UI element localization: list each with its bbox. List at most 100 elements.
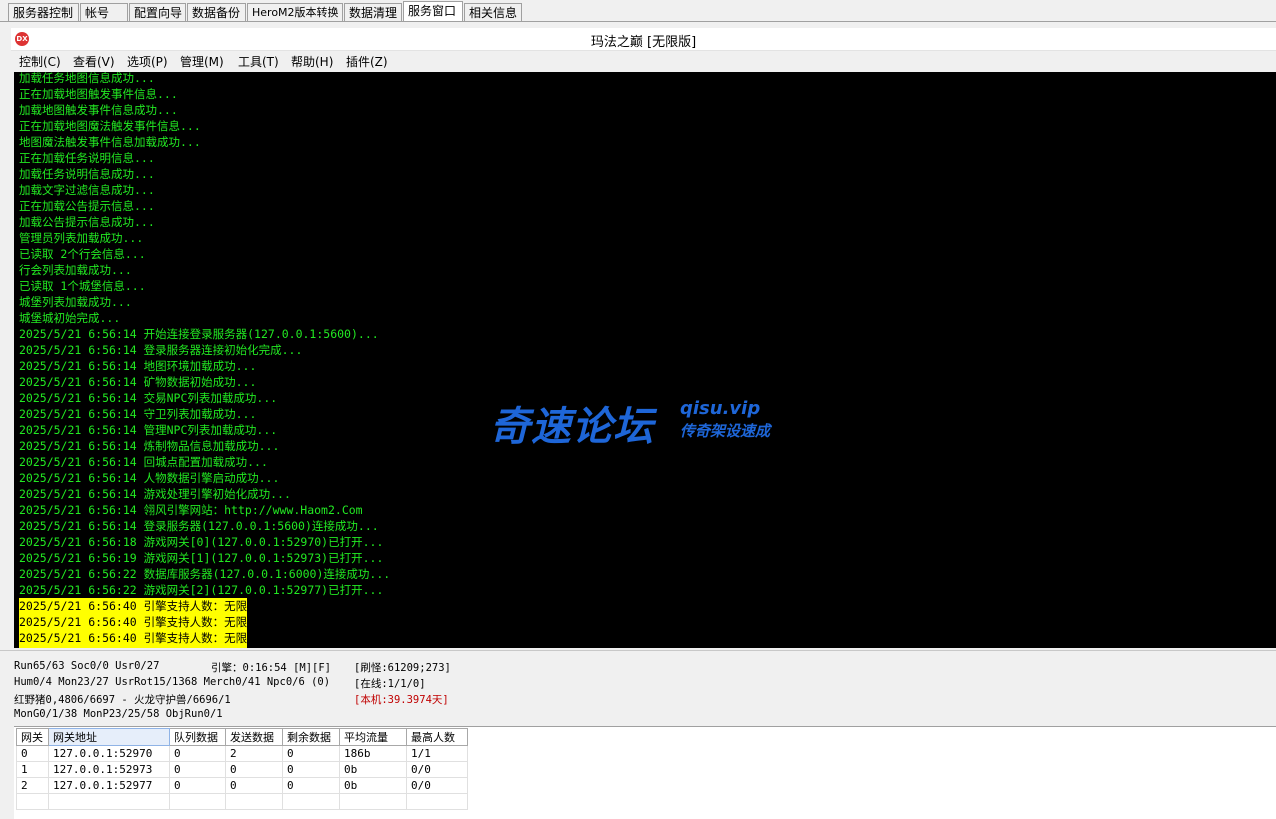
tab-data-backup[interactable]: 数据备份: [187, 3, 246, 21]
log-line: 2025/5/21 6:56:40 引擎支持人数：无限: [19, 614, 248, 630]
watermark-url: qisu.vip: [680, 398, 761, 419]
table-cell: 0/0: [406, 777, 468, 794]
log-line: 2025/5/21 6:56:14 管理NPC列表加载成功...: [19, 423, 278, 437]
table-header-row: 网关 网关地址 队列数据 发送数据 剩余数据 平均流量 最高人数: [16, 728, 468, 746]
tab-service-window[interactable]: 服务窗口: [403, 1, 463, 22]
log-line: 2025/5/21 6:56:22 游戏网关[2](127.0.0.1:5297…: [19, 583, 384, 597]
table-row[interactable]: 0 127.0.0.1:52970 0 2 0 186b 1/1: [16, 745, 468, 762]
tab-data-cleanup[interactable]: 数据清理: [344, 3, 402, 21]
table-cell: 127.0.0.1:52977: [48, 777, 170, 794]
window-titlebar: DX 玛法之巅 [无限版]: [11, 28, 1276, 51]
tab-related-info[interactable]: 相关信息: [464, 3, 522, 21]
status-run: Run65/63 Soc0/0 Usr0/27: [14, 660, 160, 672]
log-line: 2025/5/21 6:56:40 引擎支持人数：无限: [19, 630, 248, 646]
col-average-traffic[interactable]: 平均流量: [339, 728, 407, 746]
table-row[interactable]: 1 127.0.0.1:52973 0 0 0 0b 0/0: [16, 761, 468, 778]
menu-manage[interactable]: 管理(M): [180, 53, 224, 70]
gateway-grid[interactable]: 网关 网关地址 队列数据 发送数据 剩余数据 平均流量 最高人数 0 127.0.…: [14, 726, 1276, 819]
log-line: 2025/5/21 6:56:14 登录服务器连接初始化完成...: [19, 343, 303, 357]
log-line: 正在加载地图魔法触发事件信息...: [19, 119, 201, 133]
tab-account[interactable]: 帐号: [80, 3, 128, 21]
log-line: 2025/5/21 6:56:22 数据库服务器(127.0.0.1:6000)…: [19, 567, 391, 581]
table-cell: 0: [225, 761, 283, 778]
status-engine-time: 引擎：0:16:54 [M][F]: [211, 662, 332, 674]
table-cell: [48, 793, 170, 810]
table-cell: [406, 793, 468, 810]
watermark-main-text: 奇速论坛: [490, 404, 654, 450]
menu-view[interactable]: 查看(V): [73, 53, 115, 70]
col-max-users[interactable]: 最高人数: [406, 728, 468, 746]
log-line: 正在加载公告提示信息...: [19, 199, 155, 213]
table-cell: 0b: [339, 761, 407, 778]
watermark-subtitle: 传奇架设速成: [680, 422, 771, 440]
status-online: [在线:1/1/0]: [354, 678, 426, 690]
log-line: 加载文字过滤信息成功...: [19, 183, 155, 197]
table-cell: 186b: [339, 745, 407, 762]
col-gateway-address[interactable]: 网关地址: [48, 728, 170, 746]
table-cell: 0: [282, 777, 340, 794]
log-line: 正在加载任务说明信息...: [19, 151, 155, 165]
log-line: 已读取 1个城堡信息...: [19, 279, 146, 293]
menu-control[interactable]: 控制(C): [19, 53, 61, 70]
log-line: 2025/5/21 6:56:40 引擎支持人数：无限: [19, 646, 248, 648]
table-cell: 1/1: [406, 745, 468, 762]
table-cell: 0/0: [406, 761, 468, 778]
log-line: 地图魔法触发事件信息加载成功...: [19, 135, 201, 149]
log-line: 加载任务地图信息成功...: [19, 72, 155, 85]
tab-server-control[interactable]: 服务器控制: [8, 3, 79, 21]
log-line: 2025/5/21 6:56:14 游戏处理引擎初始化成功...: [19, 487, 291, 501]
table-row[interactable]: 2 127.0.0.1:52977 0 0 0 0b 0/0: [16, 777, 468, 794]
log-line: 2025/5/21 6:56:14 人物数据引擎启动成功...: [19, 471, 280, 485]
log-line: 2025/5/21 6:56:14 交易NPC列表加载成功...: [19, 391, 278, 405]
log-line: 2025/5/21 6:56:14 翎风引擎网站：http://www.Haom…: [19, 503, 363, 517]
table-cell: 2: [225, 745, 283, 762]
status-refresh: [刷怪:61209;273]: [354, 662, 451, 674]
log-line: 2025/5/21 6:56:14 炼制物品信息加载成功...: [19, 439, 280, 453]
gateway-table[interactable]: 网关 网关地址 队列数据 发送数据 剩余数据 平均流量 最高人数 0 127.0.…: [16, 728, 468, 810]
table-cell: [169, 793, 226, 810]
table-cell: 0: [169, 761, 226, 778]
table-cell: 127.0.0.1:52970: [48, 745, 170, 762]
status-panel: Run65/63 Soc0/0 Usr0/27 引擎：0:16:54 [M][F…: [0, 650, 1276, 725]
menu-tools[interactable]: 工具(T): [238, 53, 279, 70]
table-cell: 0: [16, 745, 49, 762]
menu-bar: 控制(C) 查看(V) 选项(P) 管理(M) 工具(T) 帮助(H) 插件(Z…: [11, 51, 1276, 71]
col-remaining-data[interactable]: 剩余数据: [282, 728, 340, 746]
table-cell: [282, 793, 340, 810]
log-line: 正在加载地图触发事件信息...: [19, 87, 178, 101]
top-tab-strip: 服务器控制 帐号 配置向导 数据备份 HeroM2版本转换 数据清理 服务窗口 …: [0, 0, 1276, 22]
server-log-console[interactable]: 2025/5/21 6:56:40 引擎支持人数：无限 2025/5/21 6:5…: [14, 72, 1276, 648]
table-row[interactable]: [16, 793, 468, 810]
log-line: 2025/5/21 6:56:14 登录服务器(127.0.0.1:5600)连…: [19, 519, 379, 533]
table-cell: 0: [225, 777, 283, 794]
status-hum: Hum0/4 Mon23/27 UsrRot15/1368 Merch0/41 …: [14, 676, 331, 688]
log-line: 已读取 2个行会信息...: [19, 247, 146, 261]
log-line: 2025/5/21 6:56:40 引擎支持人数：无限: [19, 598, 248, 614]
col-gateway[interactable]: 网关: [16, 728, 49, 746]
menu-options[interactable]: 选项(P): [127, 53, 168, 70]
col-sent-data[interactable]: 发送数据: [225, 728, 283, 746]
table-cell: 0: [282, 745, 340, 762]
menu-help[interactable]: 帮助(H): [291, 53, 333, 70]
col-queue-data[interactable]: 队列数据: [169, 728, 226, 746]
tab-config-wizard[interactable]: 配置向导: [129, 3, 186, 21]
table-cell: 0: [282, 761, 340, 778]
log-line: 管理员列表加载成功...: [19, 231, 144, 245]
table-cell: [225, 793, 283, 810]
menu-plugins[interactable]: 插件(Z): [346, 53, 388, 70]
log-line: 城堡城初始完成...: [19, 311, 121, 325]
status-monster: 红野猪0,4806/6697 - 火龙守护兽/6696/1: [14, 694, 231, 706]
table-cell: 0: [169, 777, 226, 794]
status-local-days: [本机:39.3974天]: [354, 694, 449, 706]
log-line: 行会列表加载成功...: [19, 263, 132, 277]
log-line: 加载公告提示信息成功...: [19, 215, 155, 229]
window-title: 玛法之巅 [无限版]: [590, 35, 697, 50]
log-line: 2025/5/21 6:56:14 地图环境加载成功...: [19, 359, 257, 373]
log-line: 2025/5/21 6:56:14 开始连接登录服务器(127.0.0.1:56…: [19, 327, 379, 341]
tab-herom2-convert[interactable]: HeroM2版本转换: [247, 3, 343, 21]
table-cell: 1: [16, 761, 49, 778]
tab-divider: [0, 21, 1276, 22]
log-line: 2025/5/21 6:56:18 游戏网关[0](127.0.0.1:5297…: [19, 535, 384, 549]
log-line: 加载任务说明信息成功...: [19, 167, 155, 181]
log-line: 城堡列表加载成功...: [19, 295, 132, 309]
